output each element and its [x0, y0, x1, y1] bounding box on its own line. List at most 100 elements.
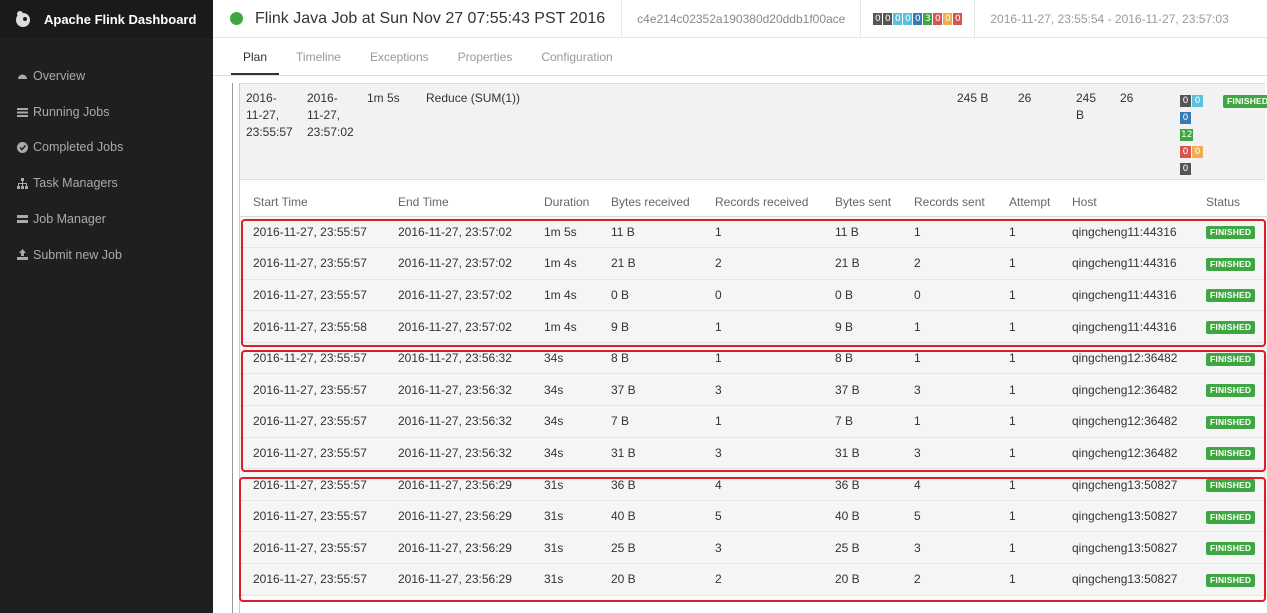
- task-count-badge: 0: [883, 12, 893, 25]
- table-cell: 36 B: [822, 468, 901, 501]
- tasks-icon: [16, 106, 28, 118]
- status-badge: FINISHED: [1206, 289, 1256, 303]
- table-cell: 31s: [531, 468, 598, 501]
- table-row[interactable]: 2016-11-27, 23:55:57 2016-11-27, 23:56:32…: [240, 342, 1267, 375]
- table-row[interactable]: 2016-11-27, 23:55:57 2016-11-27, 23:56:29…: [240, 468, 1267, 501]
- table-cell: 8 B: [598, 342, 702, 375]
- table-row[interactable]: 2016-11-27, 23:55:58 2016-11-27, 23:57:02…: [240, 310, 1267, 343]
- table-cell: 2016-11-27, 23:56:32: [385, 437, 531, 470]
- sidebar-item-label: Running Jobs: [33, 104, 110, 119]
- task-count-badge: 12: [1180, 129, 1194, 141]
- table-cell: 3: [702, 373, 822, 407]
- table-cell: 2016-11-27, 23:56:29: [385, 563, 531, 596]
- task-count-badge: 0: [1180, 112, 1191, 124]
- job-status-dot: [230, 12, 243, 25]
- table-cell: 34s: [531, 405, 598, 438]
- table-cell: 20 B: [822, 563, 901, 596]
- table-cell: 1: [901, 342, 996, 375]
- column-header[interactable]: Host: [1059, 189, 1193, 217]
- table-cell: qingcheng13:50827: [1059, 468, 1193, 501]
- column-header[interactable]: Start Time: [240, 189, 385, 217]
- task-status-counts: 000003000: [861, 12, 974, 25]
- job-title: Flink Java Job at Sun Nov 27 07:55:43 PS…: [255, 9, 606, 27]
- table-cell: 1: [996, 216, 1059, 249]
- table-cell: 1: [996, 531, 1059, 565]
- column-header[interactable]: Duration: [531, 189, 598, 217]
- sidebar-item-job-manager[interactable]: Job Manager: [0, 201, 213, 237]
- table-cell: 2016-11-27, 23:55:58: [240, 310, 385, 343]
- vertex-bytes-received: 245 B: [957, 91, 989, 105]
- task-count-line: 00: [1180, 92, 1220, 109]
- column-header[interactable]: Attempt: [996, 189, 1059, 217]
- status-badge: FINISHED: [1223, 95, 1267, 108]
- table-cell: 2016-11-27, 23:55:57: [240, 373, 385, 407]
- table-cell: qingcheng12:36482: [1059, 405, 1193, 438]
- table-row[interactable]: 2016-11-27, 23:55:57 2016-11-27, 23:56:32…: [240, 373, 1267, 407]
- sidebar-item-running-jobs[interactable]: Running Jobs: [0, 94, 213, 130]
- table-cell: 3: [702, 531, 822, 565]
- sidebar-item-completed-jobs[interactable]: Completed Jobs: [0, 130, 213, 166]
- table-cell: 11 B: [822, 216, 901, 249]
- tab-plan[interactable]: Plan: [231, 38, 280, 75]
- table-cell: 1m 4s: [531, 247, 598, 280]
- table-cell: 1: [702, 342, 822, 375]
- status-badge: FINISHED: [1206, 573, 1256, 587]
- status-cell: FINISHED: [1193, 216, 1267, 249]
- status-badge: FINISHED: [1206, 257, 1256, 271]
- table-cell: 1: [996, 437, 1059, 470]
- column-header[interactable]: Records sent: [901, 189, 996, 217]
- tab-timeline[interactable]: Timeline: [284, 38, 353, 75]
- table-cell: 31 B: [822, 437, 901, 470]
- table-row[interactable]: 2016-11-27, 23:55:57 2016-11-27, 23:56:32…: [240, 437, 1267, 470]
- table-cell: 1: [901, 405, 996, 438]
- table-cell: 1: [996, 373, 1059, 407]
- table-cell: 2016-11-27, 23:55:57: [240, 216, 385, 249]
- sidebar-item-task-managers[interactable]: Task Managers: [0, 165, 213, 201]
- tab-configuration[interactable]: Configuration: [529, 38, 624, 75]
- table-cell: 2: [901, 247, 996, 280]
- status-badge: FINISHED: [1206, 226, 1256, 240]
- table-row[interactable]: 2016-11-27, 23:55:57 2016-11-27, 23:56:29…: [240, 531, 1267, 565]
- column-header[interactable]: Records received: [702, 189, 822, 217]
- table-cell: 0: [702, 279, 822, 312]
- check-circle-icon: [16, 141, 28, 153]
- sidebar-item-label: Overview: [33, 68, 86, 83]
- task-count-line: 0: [1180, 109, 1220, 126]
- tab-properties[interactable]: Properties: [446, 38, 525, 75]
- vertex-row[interactable]: 2016- 11-27, 23:55:57 2016- 11-27, 23:57…: [240, 83, 1267, 180]
- column-header[interactable]: Bytes sent: [822, 189, 901, 217]
- table-cell: qingcheng13:50827: [1059, 563, 1193, 596]
- table-row[interactable]: 2016-11-27, 23:55:57 2016-11-27, 23:56:29…: [240, 563, 1267, 596]
- table-cell: 40 B: [822, 500, 901, 533]
- table-cell: 1: [702, 310, 822, 343]
- status-cell: FINISHED: [1193, 373, 1267, 407]
- sidebar-item-submit-new-job[interactable]: Submit new Job: [0, 237, 213, 273]
- table-cell: 31s: [531, 563, 598, 596]
- table-cell: 1: [702, 405, 822, 438]
- table-cell: 20 B: [598, 563, 702, 596]
- divider: [232, 83, 233, 613]
- table-cell: 2016-11-27, 23:56:29: [385, 531, 531, 565]
- column-header[interactable]: Status: [1193, 189, 1267, 217]
- column-header[interactable]: Bytes received: [598, 189, 702, 217]
- table-cell: qingcheng13:50827: [1059, 531, 1193, 565]
- upload-icon: [16, 249, 28, 261]
- vertex-records-received: 26: [1018, 91, 1032, 105]
- brand[interactable]: Apache Flink Dashboard: [0, 0, 213, 38]
- table-cell: 2: [702, 563, 822, 596]
- table-row[interactable]: 2016-11-27, 23:55:57 2016-11-27, 23:57:02…: [240, 279, 1267, 312]
- table-row[interactable]: 2016-11-27, 23:55:57 2016-11-27, 23:57:02…: [240, 216, 1267, 249]
- sidebar-item-overview[interactable]: Overview: [0, 58, 213, 94]
- status-cell: FINISHED: [1193, 342, 1267, 375]
- table-cell: 1: [996, 468, 1059, 501]
- job-tabs: Plan Timeline Exceptions Properties Conf…: [213, 38, 1267, 76]
- tab-exceptions[interactable]: Exceptions: [358, 38, 441, 75]
- table-cell: 21 B: [822, 247, 901, 280]
- table-row[interactable]: 2016-11-27, 23:55:57 2016-11-27, 23:56:29…: [240, 500, 1267, 533]
- table-cell: qingcheng12:36482: [1059, 437, 1193, 470]
- column-header[interactable]: End Time: [385, 189, 531, 217]
- table-cell: 34s: [531, 342, 598, 375]
- table-row[interactable]: 2016-11-27, 23:55:57 2016-11-27, 23:56:32…: [240, 405, 1267, 438]
- table-row[interactable]: 2016-11-27, 23:55:57 2016-11-27, 23:57:02…: [240, 247, 1267, 280]
- sidebar-item-label: Submit new Job: [33, 247, 122, 262]
